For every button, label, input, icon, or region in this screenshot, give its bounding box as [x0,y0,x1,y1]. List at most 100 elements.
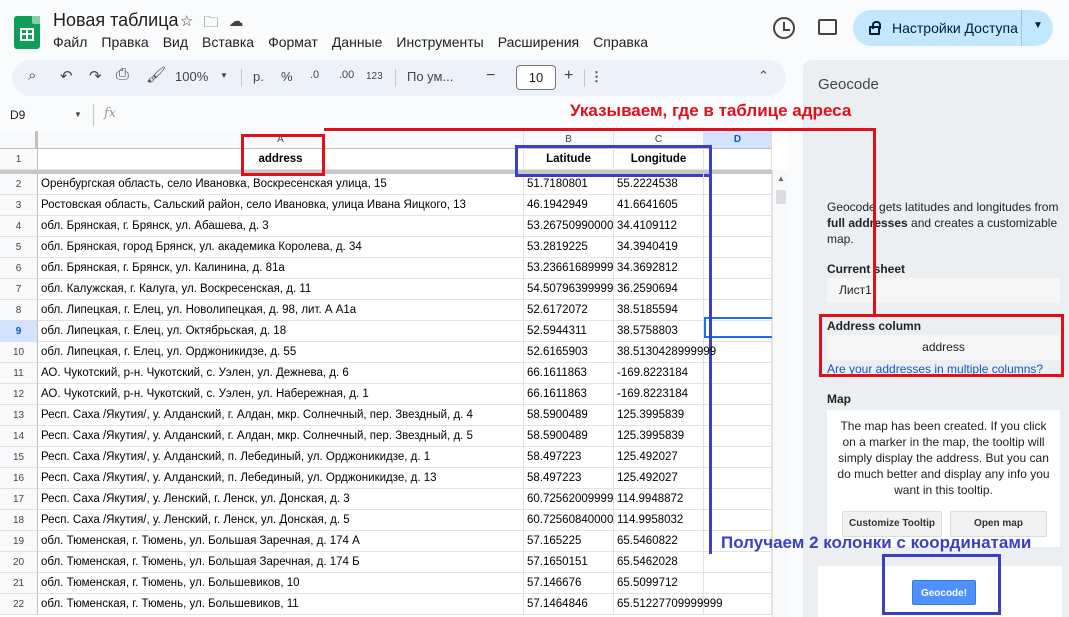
cell-latitude[interactable]: 53.23661689999 [524,258,614,279]
cell[interactable] [704,468,772,489]
currency-format-button[interactable]: р. [253,69,264,84]
cell-address[interactable]: Ростовская область, Сальский район, село… [38,195,524,216]
cell-latitude[interactable]: 51.7180801 [524,174,614,195]
row-header[interactable]: 13 [0,405,38,426]
cell-latitude[interactable]: 58.5900489 [524,426,614,447]
name-box[interactable]: D9 [10,108,25,122]
menu-item[interactable]: Справка [593,34,655,50]
cell[interactable] [704,279,772,300]
cell-longitude[interactable]: 38.5758803 [614,321,704,342]
cell-longitude[interactable]: 36.2590694 [614,279,704,300]
cell[interactable] [704,489,772,510]
cell-address[interactable]: обл. Липецкая, г. Елец, ул. Новолипецкая… [38,300,524,321]
comment-icon[interactable] [818,19,837,35]
cell[interactable] [704,195,772,216]
sheets-logo-icon[interactable] [14,16,40,49]
row-header[interactable]: 11 [0,363,38,384]
cell-address[interactable]: обл. Липецкая, г. Елец, ул. Орджоникидзе… [38,342,524,363]
row-header[interactable]: 4 [0,216,38,237]
cell[interactable] [704,149,772,170]
increase-decimal-button[interactable]: .00 [339,69,354,81]
scrollbar-thumb[interactable] [776,190,786,204]
row-header[interactable]: 2 [0,174,38,195]
scroll-up-icon[interactable]: ▲ [777,174,785,183]
cell-address[interactable]: обл. Калужская, г. Калуга, ул. Воскресен… [38,279,524,300]
history-icon[interactable] [773,17,795,39]
cell-address[interactable]: Респ. Саха /Якутия/, у. Алданский, г. Ал… [38,426,524,447]
cell[interactable] [704,426,772,447]
cell-longitude[interactable]: 65.5099712 [614,573,704,594]
chevron-up-icon[interactable]: ⌃ [758,68,769,84]
cell-latitude[interactable]: 60.72560840000 [524,510,614,531]
font-size-increase-button[interactable]: + [564,67,573,85]
row-header[interactable]: 19 [0,531,38,552]
cell[interactable] [704,552,772,573]
cell-latitude[interactable]: 57.165225 [524,531,614,552]
font-size-input[interactable]: 10 [516,65,556,90]
share-button[interactable]: Настройки Доступа ▼ [853,10,1053,46]
row-header[interactable]: 22 [0,594,38,615]
cell-longitude[interactable]: 114.9958032 [614,510,704,531]
menu-item[interactable]: Вставка [202,34,261,50]
cell-address[interactable]: обл. Тюменская, г. Тюмень, ул. Большевик… [38,573,524,594]
cell[interactable] [704,384,772,405]
cell[interactable] [704,237,772,258]
number-format-button[interactable]: 123 [366,71,383,82]
cell-longitude[interactable]: 125.3995839 [614,426,704,447]
cell-address[interactable]: Респ. Саха /Якутия/, у. Ленский, г. Ленс… [38,489,524,510]
cell-address[interactable]: обл. Брянская, город Брянск, ул. академи… [38,237,524,258]
cell-longitude[interactable]: 41.6641605 [614,195,704,216]
cell-latitude[interactable]: 54.50796399999 [524,279,614,300]
menu-item[interactable]: Файл [53,34,94,50]
cell-latitude[interactable]: 66.1611863 [524,384,614,405]
row-header[interactable]: 6 [0,258,38,279]
document-title[interactable]: Новая таблица [53,10,179,31]
cell-latitude[interactable]: 58.497223 [524,468,614,489]
print-icon[interactable]: ⎙ [116,66,129,84]
row-header[interactable]: 15 [0,447,38,468]
cell-address[interactable]: Оренбургская область, село Ивановка, Вос… [38,174,524,195]
percent-format-button[interactable]: % [281,69,293,84]
cell-address[interactable]: АО. Чукотский, р-н. Чукотский, с. Уэлен,… [38,384,524,405]
paint-format-icon[interactable]: 🖌 [146,65,166,85]
cell-address[interactable]: обл. Брянская, г. Брянск, ул. Калинина, … [38,258,524,279]
select-all-corner[interactable] [0,131,38,149]
cell[interactable] [704,510,772,531]
cell[interactable] [704,573,772,594]
cell-latitude[interactable]: 58.497223 [524,447,614,468]
undo-icon[interactable]: ↶ [60,67,73,85]
row-header[interactable]: 16 [0,468,38,489]
cell-longitude[interactable]: 34.4109112 [614,216,704,237]
row-header[interactable]: 18 [0,510,38,531]
cell-address[interactable]: обл. Липецкая, г. Елец, ул. Октябрьская,… [38,321,524,342]
row-header[interactable]: 8 [0,300,38,321]
row-header[interactable]: 14 [0,426,38,447]
selected-cell-d9[interactable] [704,317,774,338]
row-header[interactable]: 1 [0,149,38,170]
cell-latitude[interactable]: 66.1611863 [524,363,614,384]
cell-latitude[interactable]: 57.146676 [524,573,614,594]
row-header[interactable]: 3 [0,195,38,216]
cell-address[interactable]: обл. Брянская, г. Брянск, ул. Абашева, д… [38,216,524,237]
cell[interactable] [704,258,772,279]
row-header[interactable]: 9 [0,321,38,342]
cell-address[interactable]: Респ. Саха /Якутия/, у. Алданский, п. Ле… [38,447,524,468]
cell-latitude[interactable]: 58.5900489 [524,405,614,426]
row-header[interactable]: 12 [0,384,38,405]
current-sheet-select[interactable]: Лист1 [827,278,1060,303]
row-header[interactable]: 21 [0,573,38,594]
cell-latitude[interactable]: 52.6172072 [524,300,614,321]
cell-longitude[interactable]: 125.492027 [614,468,704,489]
column-header-d[interactable]: D [704,131,772,149]
zoom-select[interactable]: 100% [175,69,208,84]
cell[interactable] [704,447,772,468]
share-dropdown-caret-icon[interactable]: ▼ [1033,20,1043,31]
menu-item[interactable]: Инструменты [396,34,490,50]
cell-address[interactable]: Респ. Саха /Якутия/, у. Алданский, п. Ле… [38,468,524,489]
cell-latitude[interactable]: 60.72562009999 [524,489,614,510]
menu-item[interactable]: Данные [332,34,390,50]
cell[interactable] [704,363,772,384]
row-header[interactable]: 20 [0,552,38,573]
decrease-decimal-button[interactable]: .0 [310,69,319,81]
menu-item[interactable]: Вид [163,34,195,50]
